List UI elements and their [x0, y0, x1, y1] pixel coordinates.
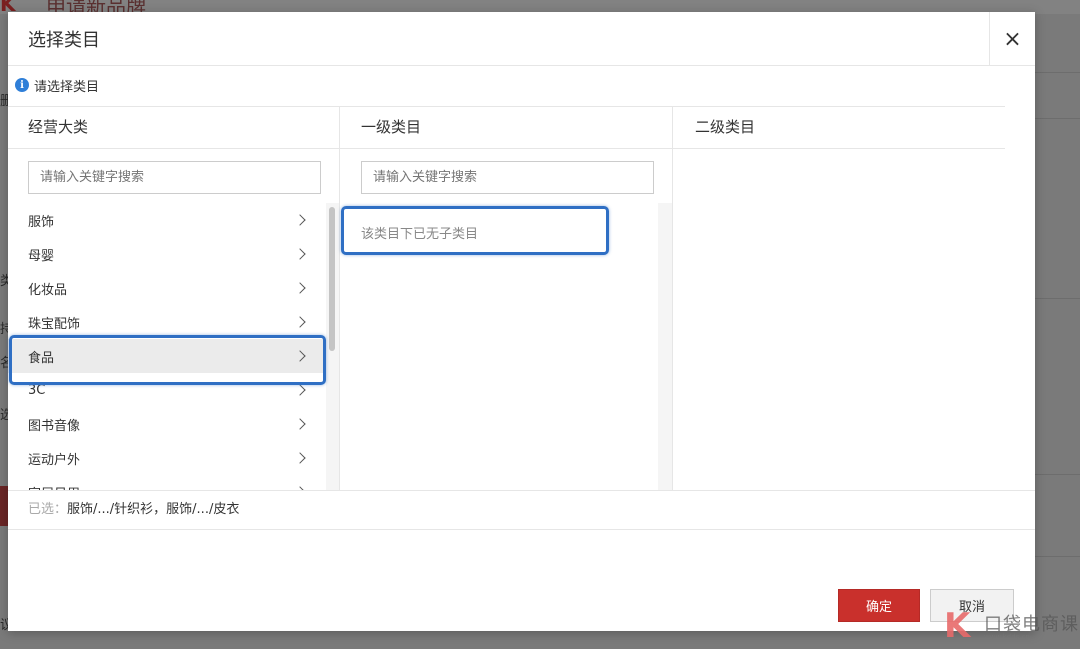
close-button[interactable]: × [989, 12, 1035, 66]
list-item[interactable]: 服饰 [8, 203, 326, 237]
background-edge-text: 持 [0, 322, 8, 337]
background-divider [1035, 474, 1080, 475]
chevron-right-icon [294, 316, 306, 328]
list-item[interactable]: 3C [8, 373, 326, 407]
list-item-label: 运动户外 [28, 452, 81, 468]
watermark: K 口袋电商课 www.kdds.cn [944, 606, 1080, 646]
list-item[interactable]: 母婴 [8, 237, 326, 271]
list-item-selected[interactable]: 食品 [8, 339, 326, 373]
selected-label: 已选： [28, 502, 68, 517]
dialog-header: 选择类目 × [8, 12, 1035, 66]
column-business-category: 经营大类 服饰 母婴 化妆品 珠宝配饰 [8, 107, 340, 491]
background-divider [1035, 298, 1080, 299]
column-level-1-category: 一级类目 该类目下已无子类目 [340, 107, 673, 491]
list-item-label: 母婴 [28, 248, 55, 264]
chevron-right-icon [294, 214, 306, 226]
selected-value: 服饰/.../针织衫，服饰/.../皮衣 [67, 502, 240, 517]
list-item-label: 珠宝配饰 [28, 316, 81, 332]
category-select-dialog: 选择类目 × i 请选择类目 经营大类 服饰 母婴 化妆品 [8, 12, 1035, 631]
background-divider [1035, 72, 1080, 73]
chevron-right-icon [294, 452, 306, 464]
background-divider [1035, 556, 1080, 557]
list-item[interactable]: 珠宝配饰 [8, 305, 326, 339]
column-header: 经营大类 [8, 107, 339, 149]
watermark-logo: K [944, 606, 971, 646]
column-level-2-category: 二级类目 [673, 107, 1005, 491]
watermark-url: www.kdds.cn [984, 633, 1030, 641]
category-columns: 经营大类 服饰 母婴 化妆品 珠宝配饰 [8, 106, 1005, 491]
background-edge-text: 选 [0, 408, 8, 423]
hint-text: 请选择类目 [34, 79, 100, 95]
list-scrollbar-thumb[interactable] [329, 207, 335, 351]
background-red-block [0, 486, 8, 526]
empty-subcategory-message: 该类目下已无子类目 [361, 227, 479, 242]
list-scrollbar-track[interactable] [658, 203, 672, 491]
list-item[interactable]: 运动户外 [8, 441, 326, 475]
hint-row: i 请选择类目 [15, 76, 100, 95]
list-item-label: 3C [28, 382, 46, 398]
dialog-title: 选择类目 [28, 30, 100, 51]
business-category-search-input[interactable] [28, 161, 321, 194]
list-item-label: 服饰 [28, 214, 55, 230]
background-divider [1035, 118, 1080, 119]
confirm-button[interactable]: 确定 [838, 589, 920, 622]
list-item-label: 图书音像 [28, 418, 81, 434]
list-item-label: 化妆品 [28, 282, 68, 298]
background-edge-text: 删 [0, 94, 8, 109]
info-icon: i [15, 78, 29, 92]
chevron-right-icon [294, 384, 306, 396]
chevron-right-icon [294, 282, 306, 294]
business-category-list: 服饰 母婴 化妆品 珠宝配饰 食品 3C 图书音像 运动户外 [8, 203, 326, 491]
chevron-right-icon [294, 418, 306, 430]
column-header: 二级类目 [673, 107, 1005, 149]
close-icon: × [1003, 26, 1022, 52]
column-header: 一级类目 [340, 107, 672, 149]
chevron-right-icon [294, 248, 306, 260]
selected-categories-bar: 已选：服饰/.../针织衫，服饰/.../皮衣 [8, 490, 1035, 530]
background-edge-text: 议 [0, 618, 8, 633]
list-item-label: 食品 [28, 350, 55, 366]
level-1-category-search-input[interactable] [361, 161, 654, 194]
list-item[interactable]: 化妆品 [8, 271, 326, 305]
list-item[interactable]: 图书音像 [8, 407, 326, 441]
background-edge-text: 名 [0, 356, 8, 371]
background-edge-text: 类 [0, 274, 8, 289]
list-item[interactable]: 家居日用 [8, 475, 326, 491]
chevron-right-icon [294, 350, 306, 362]
